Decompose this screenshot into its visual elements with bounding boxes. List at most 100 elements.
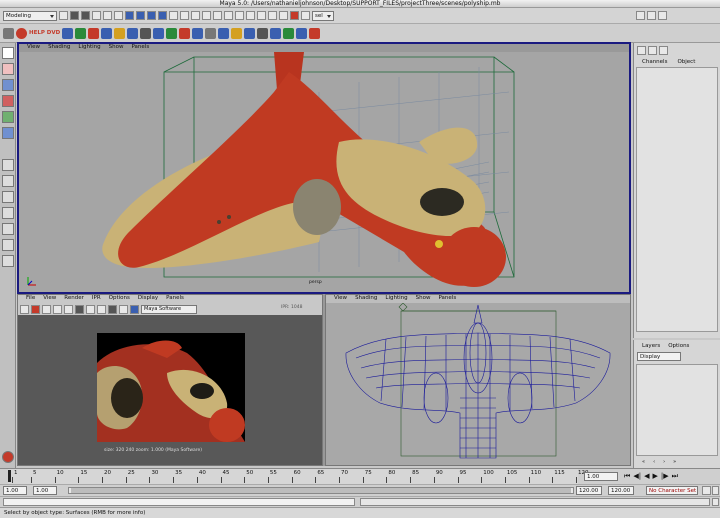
mask-joint-icon[interactable] <box>136 11 145 20</box>
command-input[interactable] <box>3 498 355 506</box>
shelf-tool-4-icon[interactable] <box>101 27 113 39</box>
end-time-field[interactable]: 120.00 <box>608 486 634 495</box>
ipr-icon[interactable] <box>31 304 40 314</box>
layout-outliner-icon[interactable] <box>2 223 14 235</box>
snap-curve-icon[interactable] <box>224 11 233 20</box>
shelf-tool-15-icon[interactable] <box>244 27 256 39</box>
shelf-tool-1-icon[interactable] <box>62 27 74 39</box>
front-menu-lighting[interactable]: Lighting <box>385 295 407 302</box>
go-to-end-icon[interactable]: ⏭ <box>672 472 678 480</box>
shelf-tool-14-icon[interactable] <box>231 27 243 39</box>
help-line-icon[interactable] <box>2 451 14 463</box>
alpha-channel-icon[interactable] <box>86 304 95 314</box>
snap-view-icon[interactable] <box>246 11 255 20</box>
layout-hypershade-icon[interactable] <box>2 255 14 267</box>
render-menu-view[interactable]: View <box>43 295 56 302</box>
show-channel-box-icon[interactable] <box>636 11 645 20</box>
render-menu-panels[interactable]: Panels <box>166 295 184 302</box>
mask-deform-icon[interactable] <box>169 11 178 20</box>
time-slider[interactable]: 1 5 10 15 20 25 30 35 40 45 50 55 60 65 70 75 80 85 90 95 10… <box>0 468 720 484</box>
persp-viewport[interactable]: persp <box>19 52 629 292</box>
shelf-tool-8-icon[interactable] <box>153 27 165 39</box>
start-time-field[interactable]: 1.00 <box>3 486 27 495</box>
render-view-panel[interactable]: File View Render IPR Options Display Pan… <box>17 294 323 466</box>
mask-misc-icon[interactable] <box>202 11 211 20</box>
render-image-area[interactable]: size: 320 240 zoom: 1.000 (Maya Software… <box>18 315 322 465</box>
shelf-tool-6-icon[interactable] <box>127 27 139 39</box>
layer-list[interactable] <box>636 364 718 456</box>
shelf-tool-13-icon[interactable] <box>218 27 230 39</box>
shelf-label[interactable]: HELP DVD <box>29 30 60 36</box>
lasso-tool-icon[interactable] <box>2 63 14 75</box>
new-scene-icon[interactable] <box>59 11 68 20</box>
snapshot-icon[interactable] <box>64 304 73 314</box>
layer-list-icon[interactable] <box>659 46 668 55</box>
persp-menu-show[interactable]: Show <box>109 44 124 51</box>
render-menu-file[interactable]: File <box>26 295 35 302</box>
mask-dynamics-icon[interactable] <box>180 11 189 20</box>
select-tool-icon[interactable] <box>2 47 14 59</box>
layout-single-icon[interactable] <box>2 159 14 171</box>
render-icon[interactable] <box>279 11 288 20</box>
tab-object[interactable]: Object <box>677 59 695 65</box>
step-back-icon[interactable]: ◀| <box>633 472 641 480</box>
range-handle[interactable] <box>71 488 571 493</box>
layout-four-icon[interactable] <box>2 175 14 187</box>
renderer-dropdown[interactable]: Maya Software <box>141 304 197 314</box>
scale-tool-icon[interactable] <box>2 111 14 123</box>
shelf-tool-18-icon[interactable] <box>283 27 295 39</box>
ipr-render-icon[interactable] <box>290 11 299 20</box>
shelf-tool-20-icon[interactable] <box>309 27 321 39</box>
shelf-tool-10-icon[interactable] <box>179 27 191 39</box>
mask-curve-icon[interactable] <box>147 11 156 20</box>
zoom-real-size-icon[interactable] <box>97 304 106 314</box>
step-forward-icon[interactable]: |▶ <box>661 472 669 480</box>
scroll-right-icon[interactable]: » <box>673 459 676 465</box>
layer-editor[interactable]: Layers Options Display « ‹ › » <box>633 340 720 468</box>
perspective-panel[interactable]: View Shading Lighting Show Panels persp <box>17 42 631 294</box>
auto-key-icon[interactable] <box>702 486 711 495</box>
remove-image-icon[interactable] <box>119 304 128 314</box>
select-object-icon[interactable] <box>103 11 112 20</box>
layer-type-dropdown[interactable]: Display <box>637 352 681 361</box>
scroll-right-small-icon[interactable]: › <box>663 459 665 465</box>
current-frame-field[interactable]: 1.00 <box>584 472 618 481</box>
front-menu-show[interactable]: Show <box>416 295 431 302</box>
render-menu-ipr[interactable]: IPR <box>92 295 101 302</box>
play-forward-icon[interactable]: ▶ <box>652 472 657 480</box>
render-globals-icon[interactable] <box>301 11 310 20</box>
persp-menu-shading[interactable]: Shading <box>48 44 70 51</box>
shelf-tool-3-icon[interactable] <box>88 27 100 39</box>
preferences-icon[interactable] <box>712 486 719 495</box>
shelf-tool-9-icon[interactable] <box>166 27 178 39</box>
history-icon[interactable] <box>268 11 277 20</box>
front-menu-panels[interactable]: Panels <box>438 295 456 302</box>
render-menu-render[interactable]: Render <box>64 295 84 302</box>
show-tool-settings-icon[interactable] <box>658 11 667 20</box>
attribute-list-icon[interactable] <box>648 46 657 55</box>
select-hierarchy-icon[interactable] <box>92 11 101 20</box>
manipulator-tool-icon[interactable] <box>2 127 14 139</box>
persp-menu-lighting[interactable]: Lighting <box>78 44 100 51</box>
shelf-tool-16-icon[interactable] <box>257 27 269 39</box>
render-menu-options[interactable]: Options <box>109 295 130 302</box>
persp-menu-view[interactable]: View <box>27 44 40 51</box>
mask-render-icon[interactable] <box>191 11 200 20</box>
front-viewport[interactable] <box>326 303 630 465</box>
range-bar[interactable] <box>68 487 574 494</box>
tab-layers[interactable]: Layers <box>642 343 660 349</box>
tab-options[interactable]: Options <box>668 343 689 349</box>
script-editor-icon[interactable] <box>712 498 719 506</box>
front-menu-shading[interactable]: Shading <box>355 295 377 302</box>
time-slider-track[interactable]: 1 5 10 15 20 25 30 35 40 45 50 55 60 65 70 75 80 85 90 95 10… <box>8 469 589 484</box>
open-scene-icon[interactable] <box>70 11 79 20</box>
current-time-marker[interactable] <box>8 470 11 482</box>
channel-box[interactable]: Channels Object <box>633 43 720 338</box>
front-panel[interactable]: View Shading Lighting Show Panels <box>325 294 631 466</box>
mask-handle-icon[interactable] <box>125 11 134 20</box>
redo-render-icon[interactable] <box>20 304 29 314</box>
channel-list-icon[interactable] <box>637 46 646 55</box>
snap-point-icon[interactable] <box>235 11 244 20</box>
select-component-icon[interactable] <box>114 11 123 20</box>
shelf-tool-2-icon[interactable] <box>75 27 87 39</box>
